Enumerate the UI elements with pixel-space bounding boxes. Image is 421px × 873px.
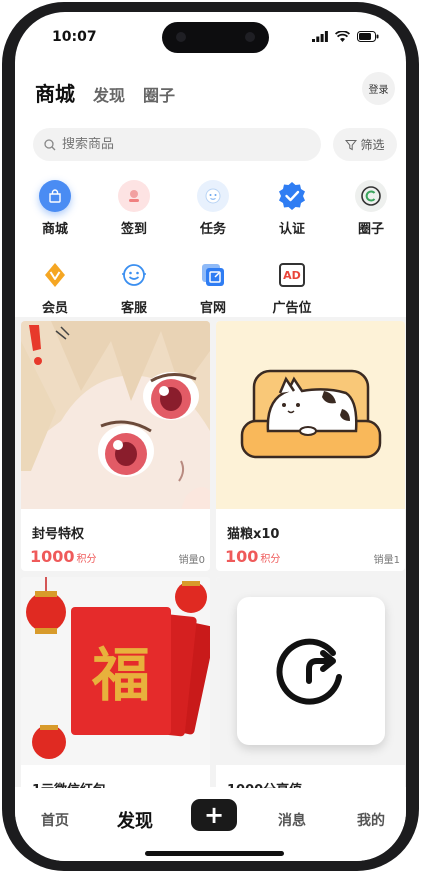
- cat-bed-image: [216, 321, 405, 509]
- task-icon: [205, 188, 221, 204]
- add-button[interactable]: +: [191, 799, 237, 831]
- dynamic-island: [162, 22, 269, 53]
- tab-discover[interactable]: 发现: [93, 82, 125, 106]
- category-label: 官网: [199, 301, 226, 316]
- category-label: 圈子: [357, 222, 384, 237]
- category-label: 任务: [199, 222, 226, 237]
- category-label: 认证: [278, 222, 305, 237]
- login-button[interactable]: 登录: [362, 72, 395, 105]
- anime-girl-image: [21, 321, 210, 509]
- tab-messages[interactable]: 消息: [278, 810, 306, 830]
- checkin-icon: [129, 190, 139, 202]
- tab-profile[interactable]: 我的: [357, 810, 385, 830]
- top-tabs: 商城 发现 圈子: [35, 78, 175, 107]
- category-service[interactable]: 客服: [104, 259, 164, 316]
- filter-icon: [345, 139, 358, 150]
- product-image: [21, 321, 210, 509]
- tab-circle[interactable]: 圈子: [143, 82, 175, 106]
- category-label: 会员: [41, 301, 68, 316]
- category-checkin[interactable]: 签到: [104, 180, 164, 237]
- service-icon: [122, 264, 146, 286]
- search-icon: [44, 138, 56, 150]
- product-title: 封号特权: [32, 527, 85, 542]
- tab-discover-bottom[interactable]: 发现: [117, 807, 153, 833]
- mall-icon: [49, 189, 61, 203]
- vip-icon: [45, 263, 65, 287]
- app-screen: 10:07 商城 发现 圈子 登录 搜索商品 筛选 商城 签到 任务 认证 圈子…: [15, 12, 406, 861]
- product-image: [216, 321, 405, 509]
- product-sales: 销量0: [178, 555, 205, 566]
- signal-icon: [312, 31, 328, 42]
- tab-mall[interactable]: 商城: [35, 78, 75, 107]
- product-price: 100 积分: [225, 547, 281, 566]
- tab-home[interactable]: 首页: [41, 810, 69, 830]
- category-mall[interactable]: 商城: [25, 180, 85, 237]
- category-task[interactable]: 任务: [183, 180, 243, 237]
- category-ad[interactable]: AD 广告位: [262, 259, 322, 316]
- fu-character: 福: [91, 641, 150, 709]
- product-image: 福: [21, 577, 210, 765]
- category-website[interactable]: 官网: [183, 259, 243, 316]
- search-row: 筛选: [33, 128, 397, 161]
- verify-icon: [279, 182, 305, 210]
- plus-icon: +: [203, 801, 225, 829]
- product-grid: 封号特权 1000 积分 销量0 猫粮x10 100 积分 销量1 福: [15, 317, 406, 827]
- category-verify[interactable]: 认证: [262, 180, 322, 237]
- filter-label: 筛选: [360, 138, 385, 152]
- circle-icon: [361, 186, 381, 206]
- website-icon: [202, 264, 224, 286]
- status-icons: [312, 31, 379, 42]
- product-image: [216, 577, 405, 765]
- red-packet-image: 福: [21, 577, 210, 765]
- search-input[interactable]: [62, 137, 292, 152]
- category-label: 客服: [120, 301, 147, 316]
- home-indicator: [145, 851, 284, 856]
- search-box[interactable]: [33, 128, 321, 161]
- ad-icon: AD: [279, 263, 305, 287]
- refresh-icon: [276, 638, 342, 705]
- product-sales: 销量1: [373, 555, 400, 566]
- category-circle[interactable]: 圈子: [341, 180, 401, 237]
- product-card[interactable]: 封号特权 1000 积分 销量0: [21, 321, 210, 571]
- phone-frame: 10:07 商城 发现 圈子 登录 搜索商品 筛选 商城 签到 任务 认证 圈子…: [2, 2, 419, 871]
- status-time: 10:07: [52, 29, 97, 45]
- wifi-icon: [335, 31, 350, 42]
- category-label: 广告位: [272, 301, 312, 316]
- product-card[interactable]: 猫粮x10 100 积分 销量1: [216, 321, 405, 571]
- category-label: 商城: [41, 222, 68, 237]
- product-price: 1000 积分: [30, 547, 97, 566]
- product-title: 猫粮x10: [227, 527, 280, 542]
- filter-button[interactable]: 筛选: [333, 128, 397, 161]
- category-label: 签到: [120, 222, 147, 237]
- category-vip[interactable]: 会员: [25, 259, 85, 316]
- battery-icon: [357, 31, 379, 42]
